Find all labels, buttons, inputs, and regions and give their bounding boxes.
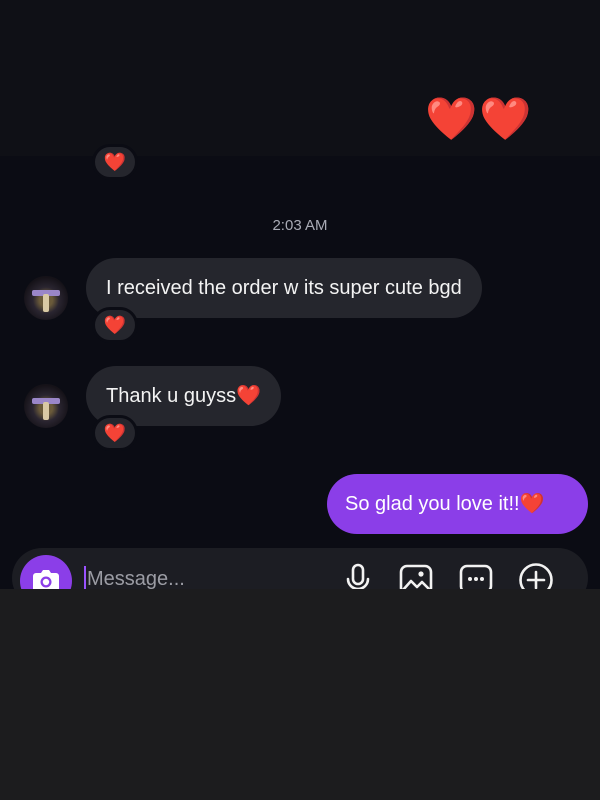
- message-timestamp: 2:03 AM: [272, 217, 328, 234]
- heart-icon: ❤️: [103, 314, 127, 335]
- heart-emoji: ❤️: [236, 385, 261, 407]
- reaction-heart-badge[interactable]: ❤️: [92, 307, 138, 343]
- reaction-heart-badge[interactable]: ❤️: [92, 415, 138, 451]
- large-heart-emoji-message[interactable]: ❤️❤️: [425, 98, 534, 140]
- received-message-bubble[interactable]: I received the order w its super cute bg…: [86, 258, 482, 318]
- text-cursor: [84, 566, 86, 590]
- heart-icon: ❤️: [103, 422, 127, 443]
- avatar[interactable]: [24, 276, 68, 320]
- message-text: So glad you love it!!: [345, 493, 520, 515]
- avatar[interactable]: [24, 384, 68, 428]
- heart-emoji: ❤️: [519, 493, 545, 515]
- message-text: I received the order w its super cute bg…: [106, 277, 462, 299]
- keyboard-area: [0, 589, 600, 800]
- sent-message-bubble[interactable]: So glad you love it!!❤️: [327, 474, 588, 534]
- message-text: Thank u guyss: [106, 385, 237, 407]
- heart-icon: ❤️: [103, 151, 127, 172]
- reaction-heart-badge[interactable]: ❤️: [92, 144, 138, 180]
- previous-message-area: ❤️❤️: [0, 0, 600, 156]
